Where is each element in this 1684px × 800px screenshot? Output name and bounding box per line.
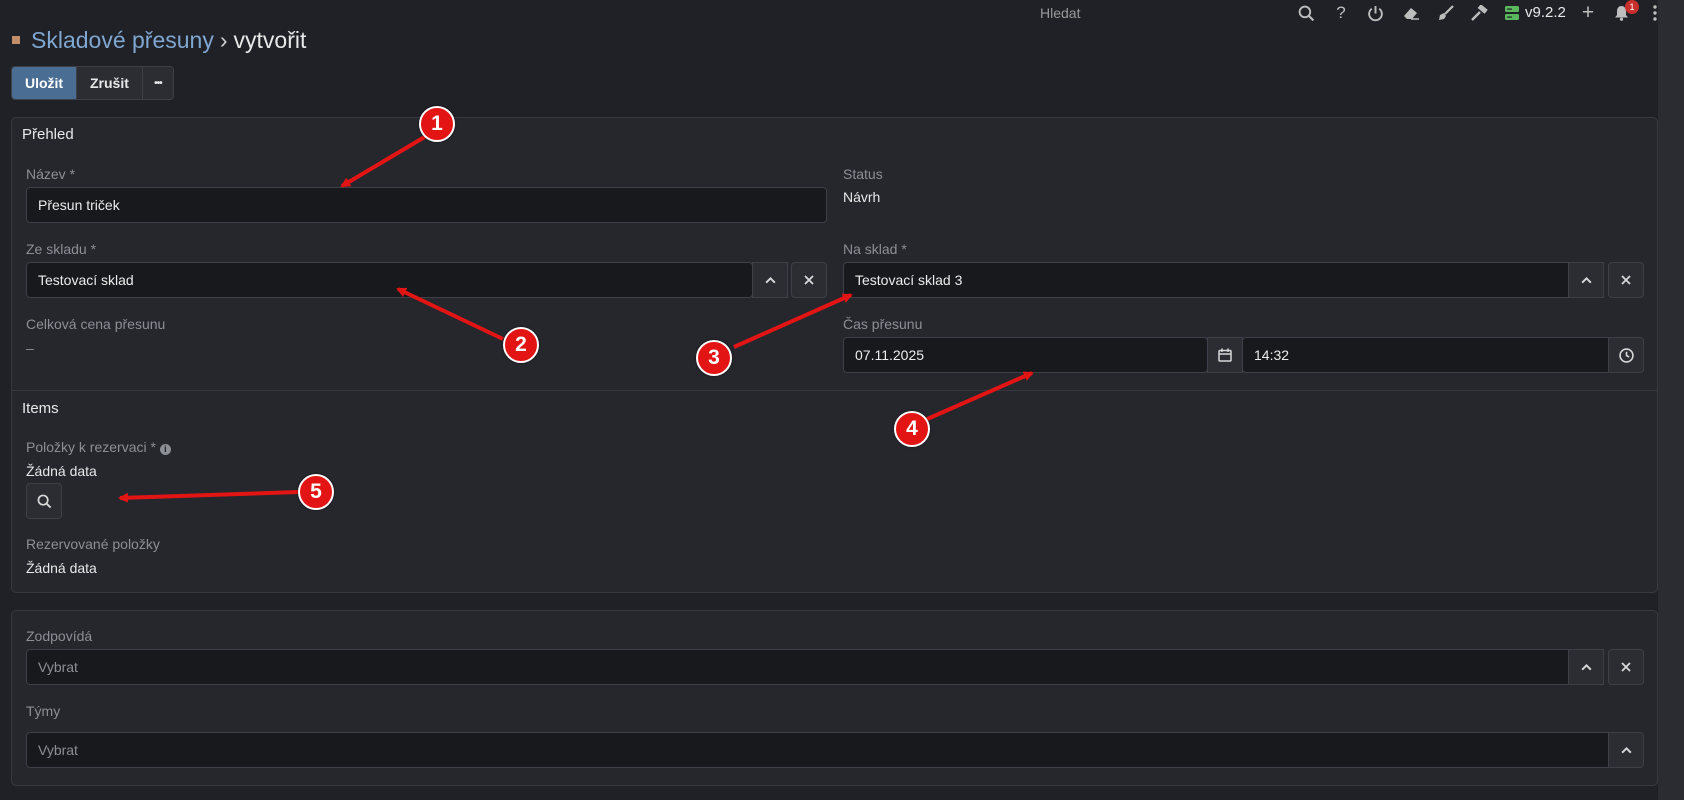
eraser-icon[interactable] (1401, 3, 1421, 23)
breadcrumb-separator: › (219, 27, 228, 53)
breadcrumb: Skladové přesuny › vytvořit (31, 27, 306, 54)
items-to-reserve-label-text: Položky k rezervaci * (26, 439, 156, 455)
action-buttons: Uložit Zrušit ••• (11, 66, 174, 100)
overview-section-title: Přehled (22, 126, 74, 143)
cancel-button[interactable]: Zrušit (77, 67, 143, 99)
name-label: Název * (26, 166, 76, 182)
to-warehouse-toggle-button[interactable] (1568, 262, 1604, 298)
responsible-clear-button[interactable] (1608, 649, 1644, 685)
chevron-up-icon (1620, 746, 1632, 753)
calendar-icon (1218, 348, 1232, 362)
overview-panel: Přehled Název * Přesun triček Status Náv… (11, 117, 1658, 593)
section-divider (12, 390, 1657, 391)
app-version: v9.2.2 (1525, 4, 1566, 21)
reserved-items-label: Rezervované položky (26, 536, 160, 552)
time-picker-button[interactable] (1608, 337, 1644, 373)
responsible-select[interactable]: Vybrat (26, 649, 1580, 685)
total-price-label: Celková cena přesunu (26, 316, 166, 332)
from-warehouse-label: Ze skladu * (26, 241, 97, 257)
responsible-toggle-button[interactable] (1568, 649, 1604, 685)
search-icon (37, 494, 51, 508)
top-bar: Hledat ? v9.2.2 + 1 (0, 0, 1684, 26)
from-warehouse-select[interactable]: Testovací sklad (26, 262, 753, 298)
assignment-panel: Zodpovídá Vybrat Týmy Vybrat (11, 610, 1658, 786)
title-marker-icon (12, 36, 20, 44)
plus-icon[interactable]: + (1578, 1, 1598, 24)
to-warehouse-clear-button[interactable] (1608, 262, 1644, 298)
page-scrollbar[interactable] (1658, 0, 1684, 800)
help-icon[interactable]: ? (1331, 3, 1351, 23)
transfer-time-label: Čas přesunu (843, 316, 923, 332)
close-icon (1621, 662, 1631, 672)
from-warehouse-toggle-button[interactable] (752, 262, 788, 298)
close-icon (804, 275, 814, 285)
clock-icon (1618, 347, 1634, 363)
from-warehouse-clear-button[interactable] (791, 262, 827, 298)
total-price-value: – (26, 340, 34, 356)
teams-toggle-button[interactable] (1608, 732, 1644, 768)
hammer-icon[interactable] (1469, 3, 1489, 23)
chevron-up-icon (764, 276, 776, 283)
items-search-button[interactable] (26, 483, 62, 519)
breadcrumb-parent-link[interactable]: Skladové přesuny (31, 27, 214, 53)
transfer-date-input[interactable]: 07.11.2025 (843, 337, 1208, 373)
to-warehouse-label: Na sklad * (843, 241, 907, 257)
name-input[interactable]: Přesun triček (26, 187, 827, 223)
server-icon[interactable] (1502, 3, 1522, 23)
info-icon[interactable]: i (159, 444, 171, 455)
notification-badge: 1 (1625, 0, 1639, 14)
brush-icon[interactable] (1436, 3, 1456, 23)
items-to-reserve-label: Položky k rezervaci * i (26, 439, 171, 455)
teams-label: Týmy (26, 703, 61, 719)
status-value: Návrh (843, 189, 881, 205)
page-title: vytvořit (233, 27, 307, 53)
more-actions-button[interactable]: ••• (142, 67, 173, 99)
date-picker-button[interactable] (1207, 337, 1243, 373)
transfer-time-input[interactable]: 14:32 (1242, 337, 1620, 373)
items-to-reserve-empty: Žádná data (26, 463, 97, 479)
close-icon (1621, 275, 1631, 285)
global-search-field[interactable]: Hledat (1040, 5, 1080, 21)
teams-select[interactable]: Vybrat (26, 732, 1620, 768)
responsible-label: Zodpovídá (26, 628, 93, 644)
power-icon[interactable] (1365, 3, 1385, 23)
save-button[interactable]: Uložit (12, 67, 77, 99)
status-label: Status (843, 166, 883, 182)
chevron-up-icon (1580, 663, 1592, 670)
search-icon[interactable] (1296, 3, 1316, 23)
to-warehouse-select[interactable]: Testovací sklad 3 (843, 262, 1577, 298)
chevron-up-icon (1580, 276, 1592, 283)
more-dots-icon: ••• (154, 77, 162, 89)
reserved-items-empty: Žádná data (26, 560, 97, 576)
items-section-title: Items (22, 400, 59, 417)
